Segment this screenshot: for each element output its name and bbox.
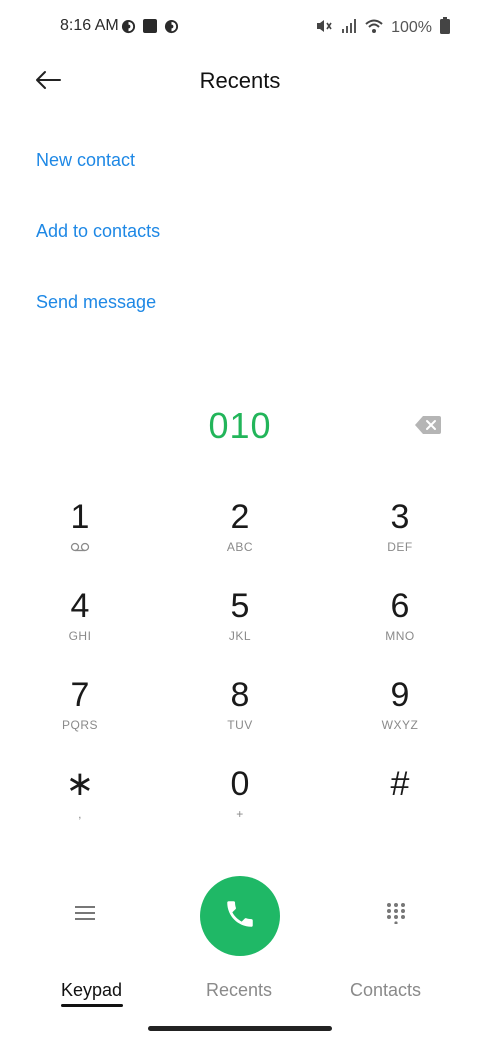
key-1[interactable]: 1 xyxy=(20,494,140,574)
square-notification-icon xyxy=(142,18,158,39)
wifi-icon xyxy=(365,18,383,39)
key-digit: 1 xyxy=(70,498,90,536)
key-star[interactable]: ∗ , xyxy=(20,761,140,841)
key-digit: 2 xyxy=(230,498,250,536)
key-digit: 6 xyxy=(390,587,410,625)
new-contact-link[interactable]: New contact xyxy=(36,150,135,171)
send-message-link[interactable]: Send message xyxy=(36,292,156,313)
key-4[interactable]: 4 GHI xyxy=(20,583,140,663)
key-letters: PQRS xyxy=(61,718,98,732)
dialed-number: 010 xyxy=(208,405,272,446)
add-to-contacts-link[interactable]: Add to contacts xyxy=(36,221,160,242)
dialpad-button[interactable] xyxy=(381,900,411,930)
menu-icon xyxy=(75,905,95,926)
key-6[interactable]: 6 MNO xyxy=(340,583,460,663)
key-letters: + xyxy=(236,807,244,821)
key-digit: 8 xyxy=(230,676,250,714)
key-letters: ABC xyxy=(226,540,254,554)
key-digit: 4 xyxy=(70,587,90,625)
voicemail-icon xyxy=(70,540,90,554)
key-letters: MNO xyxy=(385,629,415,643)
key-letters: , xyxy=(78,807,82,821)
home-indicator[interactable] xyxy=(148,1026,332,1031)
status-right-icons: 100% xyxy=(315,17,450,39)
active-tab-indicator xyxy=(61,1004,123,1007)
data-saver-icon xyxy=(121,19,136,39)
backspace-button[interactable] xyxy=(412,414,444,440)
key-2[interactable]: 2 ABC xyxy=(180,494,300,574)
data-saver-icon xyxy=(164,19,179,39)
key-digit: 7 xyxy=(70,676,90,714)
key-letters: JKL xyxy=(228,629,252,643)
key-5[interactable]: 5 JKL xyxy=(180,583,300,663)
key-digit: 9 xyxy=(390,676,410,714)
notification-icons xyxy=(121,18,179,39)
key-9[interactable]: 9 WXYZ xyxy=(340,672,460,752)
key-8[interactable]: 8 TUV xyxy=(180,672,300,752)
page-title: Recents xyxy=(199,68,281,93)
key-digit: # xyxy=(390,765,410,803)
tab-keypad[interactable]: Keypad xyxy=(61,980,122,1001)
call-button[interactable] xyxy=(200,876,280,956)
key-digit: 5 xyxy=(230,587,250,625)
backspace-icon xyxy=(415,415,441,439)
status-time: 8:16 AM xyxy=(60,17,119,34)
key-digit: ∗ xyxy=(65,765,95,803)
tab-contacts[interactable]: Contacts xyxy=(350,980,421,1001)
key-digit: 0 xyxy=(230,765,250,803)
dialpad-icon xyxy=(386,902,406,929)
key-letters: TUV xyxy=(227,718,253,732)
battery-percent: 100% xyxy=(391,19,432,36)
key-0[interactable]: 0 + xyxy=(180,761,300,841)
key-letters: GHI xyxy=(68,629,92,643)
key-letters: DEF xyxy=(387,540,413,554)
status-bar: 8:16 AM 100% xyxy=(0,0,480,56)
signal-icon xyxy=(341,18,357,39)
mute-icon xyxy=(315,18,333,39)
app-header: Recents xyxy=(0,56,480,108)
battery-icon xyxy=(440,17,450,39)
menu-button[interactable] xyxy=(70,900,100,930)
phone-icon xyxy=(223,897,257,936)
key-7[interactable]: 7 PQRS xyxy=(20,672,140,752)
tab-recents[interactable]: Recents xyxy=(206,980,272,1001)
key-hash[interactable]: # xyxy=(340,761,460,841)
key-digit: 3 xyxy=(390,498,410,536)
key-letters: WXYZ xyxy=(381,718,419,732)
key-3[interactable]: 3 DEF xyxy=(340,494,460,574)
